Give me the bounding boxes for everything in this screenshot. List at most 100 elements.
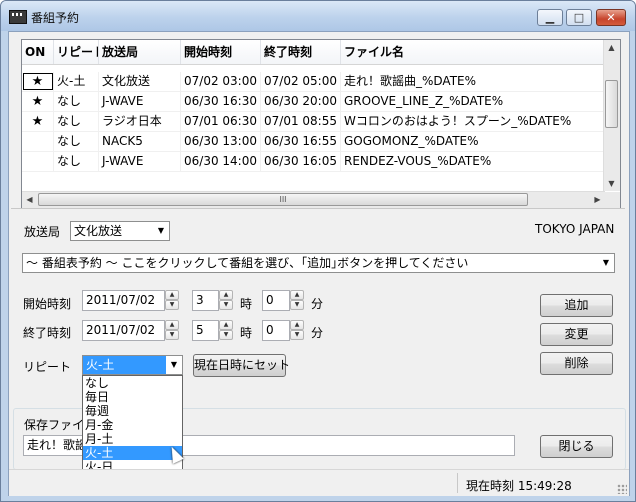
minimize-button[interactable]: ▁ [537, 9, 563, 26]
start-minute-spinner[interactable]: ▲ ▼ [290, 290, 304, 311]
repeat-select[interactable]: 火-土 ▼ [82, 355, 183, 375]
start-hour-spinner[interactable]: ▲ ▼ [219, 290, 233, 311]
client-area: ON リピート 放送局 開始時刻 終了時刻 ファイル名 ★ 火-土 文化放送 0… [8, 31, 630, 496]
repeat-select-value: 火-土 [86, 358, 115, 372]
spin-down-icon[interactable]: ▼ [165, 330, 179, 340]
cell-repeat: なし [54, 112, 99, 131]
spin-up-icon[interactable]: ▲ [290, 290, 304, 300]
end-date-field[interactable]: 2011/07/02 [82, 320, 165, 341]
cell-repeat: なし [54, 92, 99, 111]
list-body: ★ 火-土 文化放送 07/02 03:00 07/02 05:00 走れ！歌謡… [22, 72, 605, 172]
dropdown-option[interactable]: 毎日 [83, 390, 182, 404]
cell-repeat: 火-土 [54, 72, 99, 91]
start-hour-unit: 時 [240, 297, 253, 311]
spin-down-icon[interactable]: ▼ [165, 300, 179, 310]
cell-station: 文化放送 [99, 72, 181, 91]
add-button[interactable]: 追加 [540, 294, 613, 317]
cell-station: J-WAVE [99, 152, 181, 171]
start-date-spinner[interactable]: ▲ ▼ [165, 290, 179, 311]
cell-start: 06/30 14:00 [181, 152, 261, 171]
end-minute-spinner[interactable]: ▲ ▼ [290, 320, 304, 341]
cell-end: 06/30 16:55 [261, 132, 341, 151]
region-label: TOKYO JAPAN [535, 222, 615, 236]
end-hour-field[interactable]: 5 [192, 320, 219, 341]
dropdown-option[interactable]: 毎週 [83, 404, 182, 418]
program-guide-text: ～ 番組表予約 ～ ここをクリックして番組を選び、｢追加｣ボタンを押してください [26, 256, 469, 270]
start-date-field[interactable]: 2011/07/02 [82, 290, 165, 311]
horizontal-scrollbar[interactable]: ◀ III ▶ [22, 191, 605, 208]
close-button[interactable]: 閉じる [540, 435, 613, 458]
dropdown-option[interactable]: 月-金 [83, 418, 182, 432]
cell-start: 06/30 13:00 [181, 132, 261, 151]
close-window-button[interactable]: ✕ [596, 9, 626, 26]
column-header-station[interactable]: 放送局 [99, 40, 181, 64]
end-hour-unit: 時 [240, 326, 253, 340]
on-star [22, 152, 54, 171]
chevron-down-icon: ▼ [166, 356, 182, 374]
table-row[interactable]: ★ なし ラジオ日本 07/01 06:30 07/01 08:55 Wコロンの… [22, 112, 605, 132]
spin-up-icon[interactable]: ▲ [219, 320, 233, 330]
on-star [22, 132, 54, 151]
scroll-right-icon[interactable]: ▶ [590, 192, 605, 207]
change-button[interactable]: 変更 [540, 323, 613, 346]
vertical-scrollbar[interactable]: ▲ ▼ [603, 40, 620, 191]
end-hour-spinner[interactable]: ▲ ▼ [219, 320, 233, 341]
spin-down-icon[interactable]: ▼ [219, 330, 233, 340]
column-header-repeat[interactable]: リピート [54, 40, 99, 64]
end-date-spinner[interactable]: ▲ ▼ [165, 320, 179, 341]
set-now-button[interactable]: 現在日時にセット [193, 354, 290, 377]
column-header-on[interactable]: ON [22, 40, 54, 64]
cell-station: J-WAVE [99, 92, 181, 111]
app-window: 番組予約 ▁ □ ✕ ON リピート 放送局 開始時刻 終了時刻 ファイル名 ★… [0, 0, 636, 502]
spin-down-icon[interactable]: ▼ [290, 330, 304, 340]
cell-station: ラジオ日本 [99, 112, 181, 131]
spin-down-icon[interactable]: ▼ [219, 300, 233, 310]
cell-start: 06/30 16:30 [181, 92, 261, 111]
cell-end: 07/01 08:55 [261, 112, 341, 131]
cell-repeat: なし [54, 132, 99, 151]
table-row[interactable]: なし NACK5 06/30 13:00 06/30 16:55 GOGOMON… [22, 132, 605, 152]
scroll-up-icon[interactable]: ▲ [604, 40, 619, 55]
table-row[interactable]: ★ なし J-WAVE 06/30 16:30 06/30 20:00 GROO… [22, 92, 605, 112]
cell-filename: Wコロンのおはよう！スプーン_%DATE% [341, 112, 605, 131]
column-header-filename[interactable]: ファイル名 [341, 40, 605, 64]
cell-filename: GROOVE_LINE_Z_%DATE% [341, 92, 605, 111]
cell-start: 07/01 06:30 [181, 112, 261, 131]
start-minute-field[interactable]: 0 [262, 290, 290, 311]
dropdown-option[interactable]: 月-土 [83, 432, 182, 446]
spin-up-icon[interactable]: ▲ [219, 290, 233, 300]
start-hour-field[interactable]: 3 [192, 290, 219, 311]
dropdown-option[interactable]: なし [83, 376, 182, 390]
column-header-end[interactable]: 終了時刻 [261, 40, 341, 64]
table-row[interactable]: なし J-WAVE 06/30 14:00 06/30 16:05 RENDEZ… [22, 152, 605, 172]
scroll-left-icon[interactable]: ◀ [22, 192, 37, 207]
spin-up-icon[interactable]: ▲ [165, 320, 179, 330]
cell-filename: GOGOMONZ_%DATE% [341, 132, 605, 151]
end-minute-field[interactable]: 0 [262, 320, 290, 341]
cell-repeat: なし [54, 152, 99, 171]
horizontal-scroll-thumb[interactable]: III [38, 193, 528, 206]
cell-station: NACK5 [99, 132, 181, 151]
delete-button[interactable]: 削除 [540, 352, 613, 375]
scroll-down-icon[interactable]: ▼ [604, 176, 619, 191]
program-guide-select[interactable]: ～ 番組表予約 ～ ここをクリックして番組を選び、｢追加｣ボタンを押してください… [22, 253, 615, 273]
window-title: 番組予約 [31, 11, 80, 25]
reservation-list[interactable]: ON リピート 放送局 開始時刻 終了時刻 ファイル名 ★ 火-土 文化放送 0… [21, 39, 621, 209]
vertical-scroll-thumb[interactable] [605, 80, 618, 128]
clapperboard-icon [9, 10, 27, 24]
spin-up-icon[interactable]: ▲ [290, 320, 304, 330]
spin-down-icon[interactable]: ▼ [290, 300, 304, 310]
repeat-dropdown-list[interactable]: なし 毎日 毎週 月-金 月-土 火-土 火-日 [82, 375, 183, 477]
resize-grip-icon[interactable] [617, 484, 627, 494]
station-select[interactable]: 文化放送 ▼ [70, 221, 170, 241]
chevron-down-icon: ▼ [602, 258, 610, 267]
column-header-start[interactable]: 開始時刻 [181, 40, 261, 64]
cell-end: 06/30 16:05 [261, 152, 341, 171]
maximize-button[interactable]: □ [566, 9, 592, 26]
divider [11, 208, 625, 209]
end-time-label: 終了時刻 [23, 326, 72, 340]
spin-up-icon[interactable]: ▲ [165, 290, 179, 300]
status-panel-divider [457, 473, 458, 493]
title-bar[interactable]: 番組予約 ▁ □ ✕ [1, 1, 635, 31]
table-row[interactable]: ★ 火-土 文化放送 07/02 03:00 07/02 05:00 走れ！歌謡… [22, 72, 605, 92]
